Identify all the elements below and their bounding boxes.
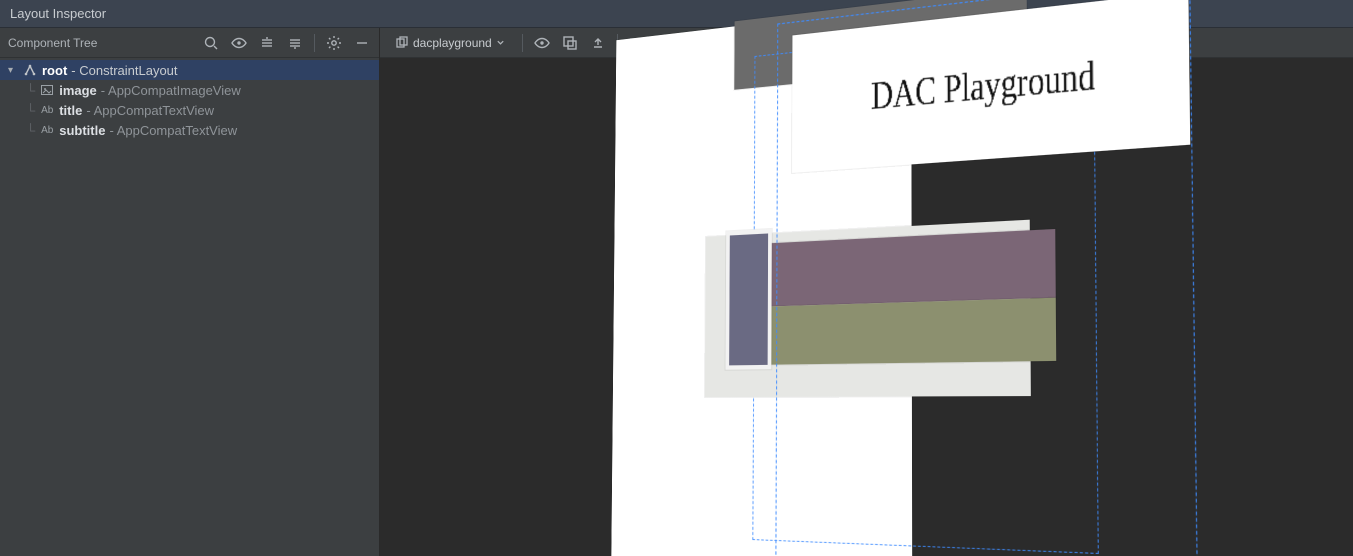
- tree-node-image[interactable]: └ image - AppCompatImageView: [0, 80, 379, 100]
- tree-node-type: - AppCompatTextView: [109, 123, 237, 138]
- expand-all-icon[interactable]: [258, 34, 276, 52]
- layout-3d-panel: dacplayground: [380, 28, 1353, 556]
- layer-image-thumb[interactable]: [725, 229, 771, 370]
- export-icon[interactable]: [589, 34, 607, 52]
- tree-node-root[interactable]: ▾ root - ConstraintLayout: [0, 60, 379, 80]
- layout-icon: [22, 63, 38, 77]
- gear-icon[interactable]: [325, 34, 343, 52]
- visibility-toggle-icon[interactable]: [533, 34, 551, 52]
- search-icon[interactable]: [202, 34, 220, 52]
- tree-node-type: - AppCompatImageView: [101, 83, 241, 98]
- component-tree[interactable]: ▾ root - ConstraintLayout └ image - AppC: [0, 58, 379, 556]
- text-icon: Ab: [39, 103, 55, 117]
- window-title: Layout Inspector: [10, 6, 106, 21]
- layout-3d-viewport[interactable]: DAC Playground: [380, 58, 1353, 556]
- select-overlay-icon[interactable]: [561, 34, 579, 52]
- tree-node-subtitle[interactable]: └ Ab subtitle - AppCompatTextView: [0, 120, 379, 140]
- tree-node-type: - AppCompatTextView: [86, 103, 214, 118]
- separator: [314, 34, 315, 52]
- chevron-down-icon[interactable]: ▾: [8, 65, 18, 76]
- separator: [522, 34, 523, 52]
- main-split: Component Tree: [0, 28, 1353, 556]
- process-selector[interactable]: dacplayground: [388, 32, 512, 54]
- tree-node-name: title: [59, 103, 82, 118]
- component-tree-title: Component Tree: [8, 36, 97, 50]
- image-icon: [39, 83, 55, 97]
- tree-toolbar: [202, 34, 371, 52]
- text-icon: Ab: [39, 123, 55, 137]
- tree-node-name: subtitle: [59, 123, 105, 138]
- collapse-all-icon[interactable]: [286, 34, 304, 52]
- layout-inspector-window: Layout Inspector Component Tree: [0, 0, 1353, 556]
- component-tree-panel: Component Tree: [0, 28, 380, 556]
- tree-node-name: root: [42, 63, 67, 78]
- tree-node-type: - ConstraintLayout: [71, 63, 177, 78]
- component-tree-header: Component Tree: [0, 28, 379, 58]
- tree-node-title[interactable]: └ Ab title - AppCompatTextView: [0, 100, 379, 120]
- tree-node-name: image: [59, 83, 97, 98]
- selection-outline-front: [775, 0, 1198, 556]
- minimize-icon[interactable]: [353, 34, 371, 52]
- visibility-icon[interactable]: [230, 34, 248, 52]
- process-name: dacplayground: [413, 36, 492, 50]
